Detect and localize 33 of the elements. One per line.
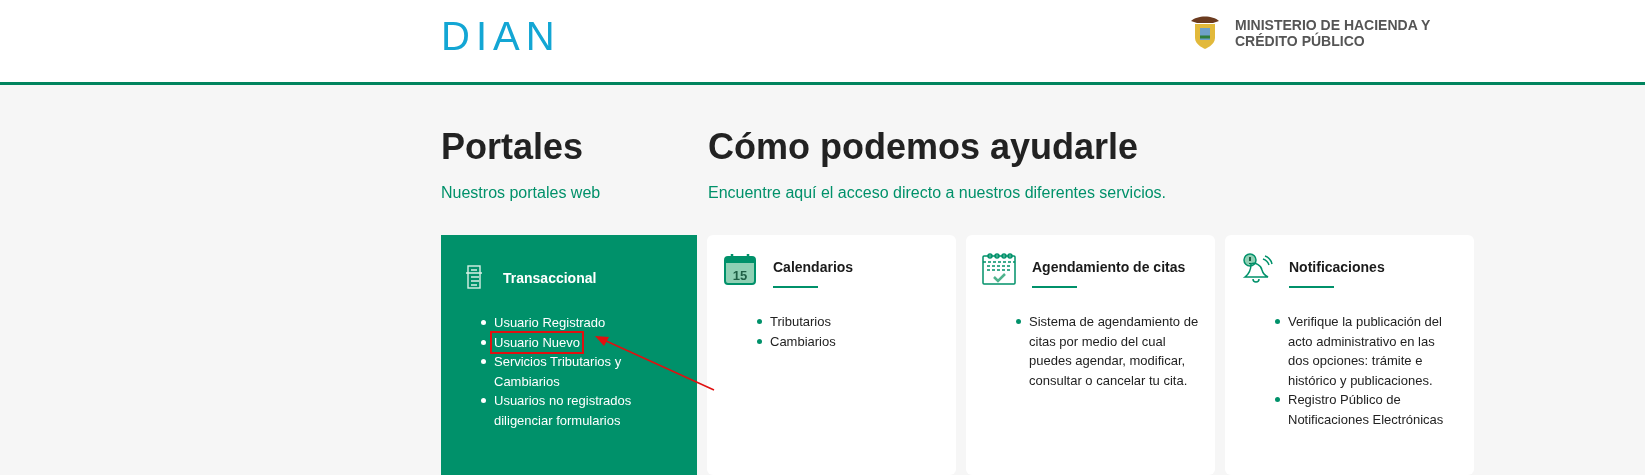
bullet-icon bbox=[1275, 319, 1280, 324]
bullet-icon bbox=[757, 338, 762, 344]
card-link[interactable]: Usuario Nuevo bbox=[492, 332, 582, 352]
card-title: Agendamiento de citas bbox=[1032, 258, 1186, 277]
bullet-icon bbox=[481, 320, 486, 325]
card-link[interactable]: Cambiarios bbox=[770, 331, 836, 351]
title-underline bbox=[1289, 286, 1334, 288]
card-title: Calendarios bbox=[773, 258, 854, 277]
title-underline bbox=[773, 286, 818, 288]
coat-of-arms-icon bbox=[1189, 15, 1221, 51]
title-underline bbox=[1032, 286, 1077, 288]
section-subtitle: Encuentre aquí el acceso directo a nuestros diferentes servicios. bbox=[708, 183, 1167, 203]
card-link[interactable]: Servicios Tributarios y Cambiarios bbox=[494, 352, 673, 391]
calendar-check-icon bbox=[982, 252, 1016, 285]
bullet-icon bbox=[1016, 319, 1021, 324]
card-link[interactable]: Usuario Registrado bbox=[494, 313, 606, 333]
card-link[interactable]: Tributarios bbox=[770, 312, 831, 332]
section-title: Cómo podemos ayudarle bbox=[708, 125, 1139, 169]
bullet-icon bbox=[481, 398, 486, 403]
section-subtitle: Nuestros portales web bbox=[441, 183, 601, 203]
card-link[interactable]: Usuarios no registrados diligenciar formularios bbox=[494, 391, 673, 430]
bullet-icon bbox=[757, 319, 762, 324]
card-title: Notificaciones bbox=[1289, 258, 1385, 277]
bullet-icon bbox=[481, 339, 486, 345]
section-title: Portales bbox=[441, 125, 584, 169]
bell-alert-icon bbox=[1241, 252, 1273, 285]
bullet-icon bbox=[481, 359, 486, 364]
card-link[interactable]: Verifique la publicación del acto administrativo en las dos opciones: trámite e histórico y publicaciones. bbox=[1288, 312, 1458, 390]
card-link[interactable]: Sistema de agendamiento de citas por medio del cual puedes agendar, modificar, consultar o cancelar tu cita. bbox=[1029, 312, 1199, 390]
card-link[interactable]: Registro Público de Notificaciones Electrónicas bbox=[1288, 390, 1458, 429]
card-title: Transaccional bbox=[503, 268, 597, 288]
bullet-icon bbox=[1275, 397, 1280, 402]
ministry-name: MINISTERIO DE HACIENDA Y CRÉDITO PÚBLICO bbox=[1235, 17, 1431, 49]
